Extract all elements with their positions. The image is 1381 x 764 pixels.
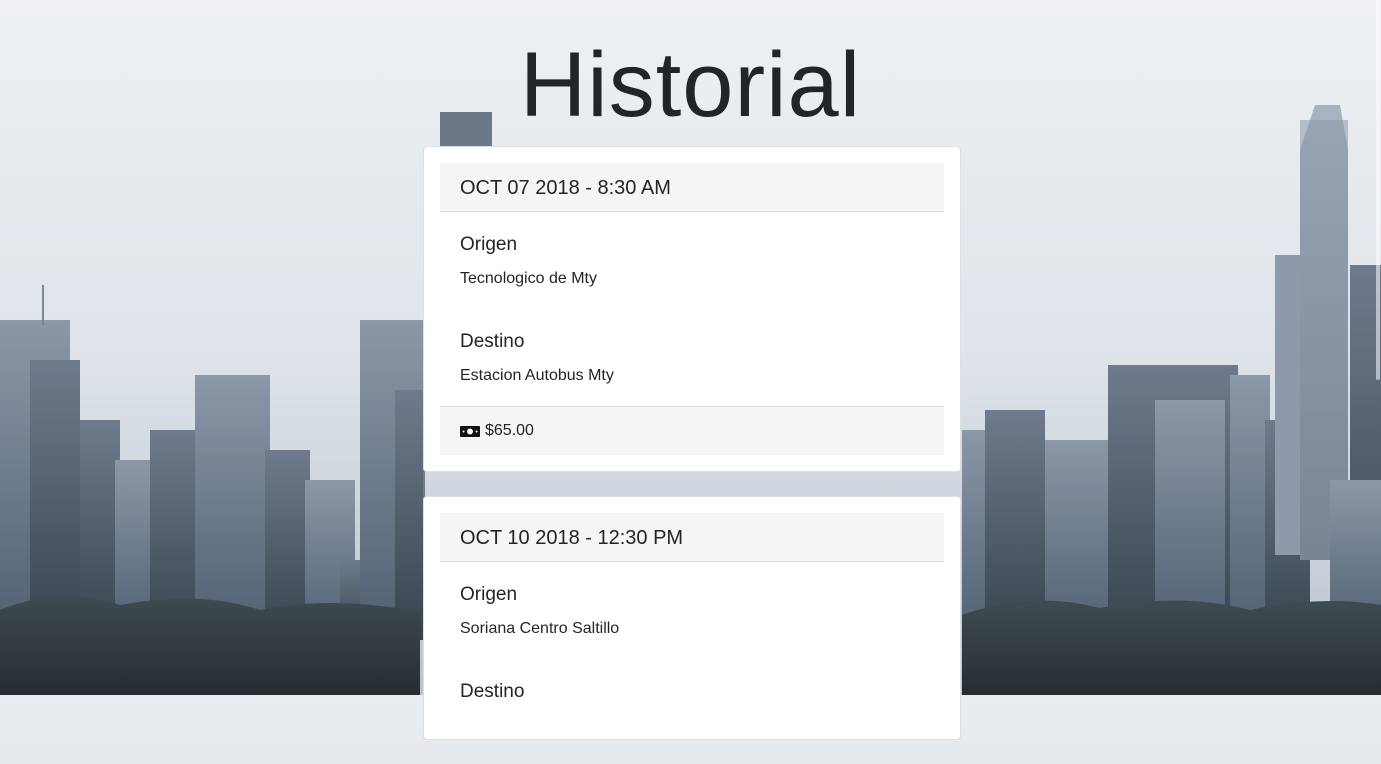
destination-value: Estacion Autobus Mty — [460, 367, 614, 384]
origin-value: Tecnologico de Mty — [460, 270, 597, 287]
trip-list: OCT 07 2018 - 8:30 AM Origen Tecnologico… — [423, 146, 961, 764]
origin-label: Origen — [460, 234, 518, 255]
trip-card: OCT 10 2018 - 12:30 PM Origen Soriana Ce… — [423, 496, 961, 740]
trip-datetime: OCT 10 2018 - 12:30 PM — [440, 513, 944, 562]
destination-label: Destino — [460, 331, 525, 352]
origin-value: Soriana Centro Saltillo — [460, 620, 620, 637]
destination-section: Destino — [460, 681, 924, 703]
origin-section: Origen Soriana Centro Saltillo — [460, 584, 924, 639]
destination-section: Destino Estacion Autobus Mty — [460, 331, 924, 386]
trip-datetime: OCT 07 2018 - 8:30 AM — [440, 163, 944, 212]
destination-label: Destino — [460, 681, 525, 702]
origin-section: Origen Tecnologico de Mty — [460, 234, 924, 289]
trip-price: $65.00 — [485, 422, 534, 439]
money-bill-icon — [460, 425, 480, 437]
trip-card: OCT 07 2018 - 8:30 AM Origen Tecnologico… — [423, 146, 961, 472]
trip-price-footer: $65.00 — [440, 406, 944, 455]
page-title: Historial — [519, 34, 862, 136]
scrollbar[interactable] — [1376, 0, 1380, 380]
trip-details: Origen Tecnologico de Mty Destino Estaci… — [440, 212, 944, 406]
trip-details: Origen Soriana Centro Saltillo Destino — [440, 562, 944, 723]
origin-label: Origen — [460, 584, 518, 605]
